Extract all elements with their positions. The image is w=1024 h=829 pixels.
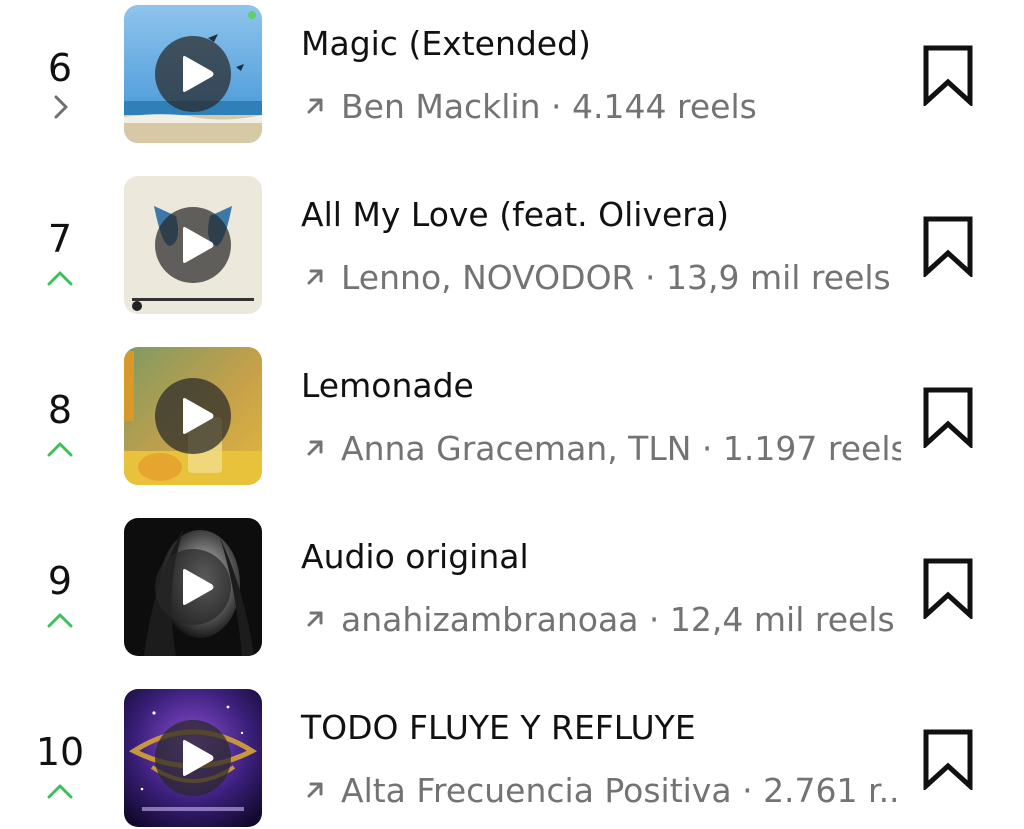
track-title[interactable]: Magic (Extended)	[301, 22, 591, 66]
artist-name: Ben Macklin	[341, 87, 541, 126]
arrow-up-right-icon	[307, 98, 323, 114]
chevron-right-icon	[54, 95, 68, 119]
rank-number: 6	[47, 46, 73, 90]
arrow-up-right-icon	[307, 782, 323, 798]
bookmark-icon[interactable]	[920, 44, 976, 106]
meta-separator: ·	[644, 258, 656, 297]
list-item[interactable]: 7 All My Love (feat. Olivera) Lenno, NOV…	[0, 171, 1024, 341]
play-button[interactable]	[155, 720, 231, 796]
rank-column: 7	[20, 171, 100, 341]
artist-name: Alta Frecuencia Positiva	[341, 771, 732, 810]
track-meta[interactable]: Lenno, NOVODOR · 13,9 mil reels	[301, 255, 891, 301]
list-item[interactable]: 10 TODO FLUYE Y REFLUYE Alta Frecuencia …	[0, 684, 1024, 829]
artist-name: anahizambranoaa	[341, 600, 639, 639]
rank-column: 9	[20, 513, 100, 683]
play-icon	[183, 740, 214, 776]
reels-count: 2.761 r...	[763, 771, 901, 810]
play-button[interactable]	[155, 36, 231, 112]
arrow-up-right-icon	[307, 440, 323, 456]
rank-number: 8	[47, 388, 73, 432]
track-meta[interactable]: Ben Macklin · 4.144 reels	[301, 84, 757, 130]
album-art[interactable]	[124, 347, 262, 485]
arrow-up-right-icon	[307, 611, 323, 627]
meta-separator: ·	[551, 87, 562, 126]
rank-column: 6	[20, 0, 100, 170]
track-title[interactable]: All My Love (feat. Olivera)	[301, 193, 729, 237]
rank-column: 10	[20, 684, 100, 829]
rank-number: 10	[35, 730, 85, 774]
list-item[interactable]: 9 Audio original anahizambranoaa · 12,4 …	[0, 513, 1024, 683]
track-meta[interactable]: Anna Graceman, TLN · 1.197 reels	[301, 426, 901, 472]
chevron-up-icon	[47, 442, 73, 457]
list-item[interactable]: 8 Lemonade Anna Graceman, TLN · 1.197 re…	[0, 342, 1024, 512]
reels-count: 12,4 mil reels	[669, 600, 895, 639]
album-art[interactable]	[124, 689, 262, 827]
meta-separator: ·	[701, 429, 713, 468]
track-meta[interactable]: anahizambranoaa · 12,4 mil reels	[301, 597, 895, 643]
arrow-up-right-icon	[307, 269, 323, 285]
artist-name: Lenno, NOVODOR	[341, 258, 635, 297]
album-art[interactable]	[124, 5, 262, 143]
track-title[interactable]: Audio original	[301, 535, 529, 579]
chevron-up-icon	[47, 271, 73, 286]
bookmark-icon[interactable]	[920, 728, 976, 790]
track-meta[interactable]: Alta Frecuencia Positiva · 2.761 r...	[301, 768, 901, 814]
play-icon	[183, 56, 214, 92]
reels-count: 13,9 mil reels	[665, 258, 891, 297]
play-icon	[183, 227, 214, 263]
play-button[interactable]	[155, 378, 231, 454]
bookmark-icon[interactable]	[920, 215, 976, 277]
reels-audio-chart-list: 6 Magic (Extended) Ben Macklin · 4.144 r…	[0, 0, 1024, 829]
album-art[interactable]	[124, 176, 262, 314]
rank-number: 7	[47, 217, 73, 261]
meta-separator: ·	[742, 771, 753, 810]
chevron-up-icon	[47, 784, 73, 799]
play-button[interactable]	[155, 549, 231, 625]
bookmark-icon[interactable]	[920, 386, 976, 448]
album-art[interactable]	[124, 518, 262, 656]
bookmark-icon[interactable]	[920, 557, 976, 619]
reels-count: 4.144 reels	[572, 87, 757, 126]
chevron-up-icon	[47, 613, 73, 628]
rank-number: 9	[47, 559, 73, 603]
play-button[interactable]	[155, 207, 231, 283]
track-title[interactable]: Lemonade	[301, 364, 474, 408]
reels-count: 1.197 reels	[722, 429, 901, 468]
list-item[interactable]: 6 Magic (Extended) Ben Macklin · 4.144 r…	[0, 0, 1024, 170]
meta-separator: ·	[648, 600, 660, 639]
artist-name: Anna Graceman, TLN	[341, 429, 692, 468]
play-icon	[183, 398, 214, 434]
rank-column: 8	[20, 342, 100, 512]
play-icon	[183, 569, 214, 605]
track-title[interactable]: TODO FLUYE Y REFLUYE	[301, 706, 696, 750]
